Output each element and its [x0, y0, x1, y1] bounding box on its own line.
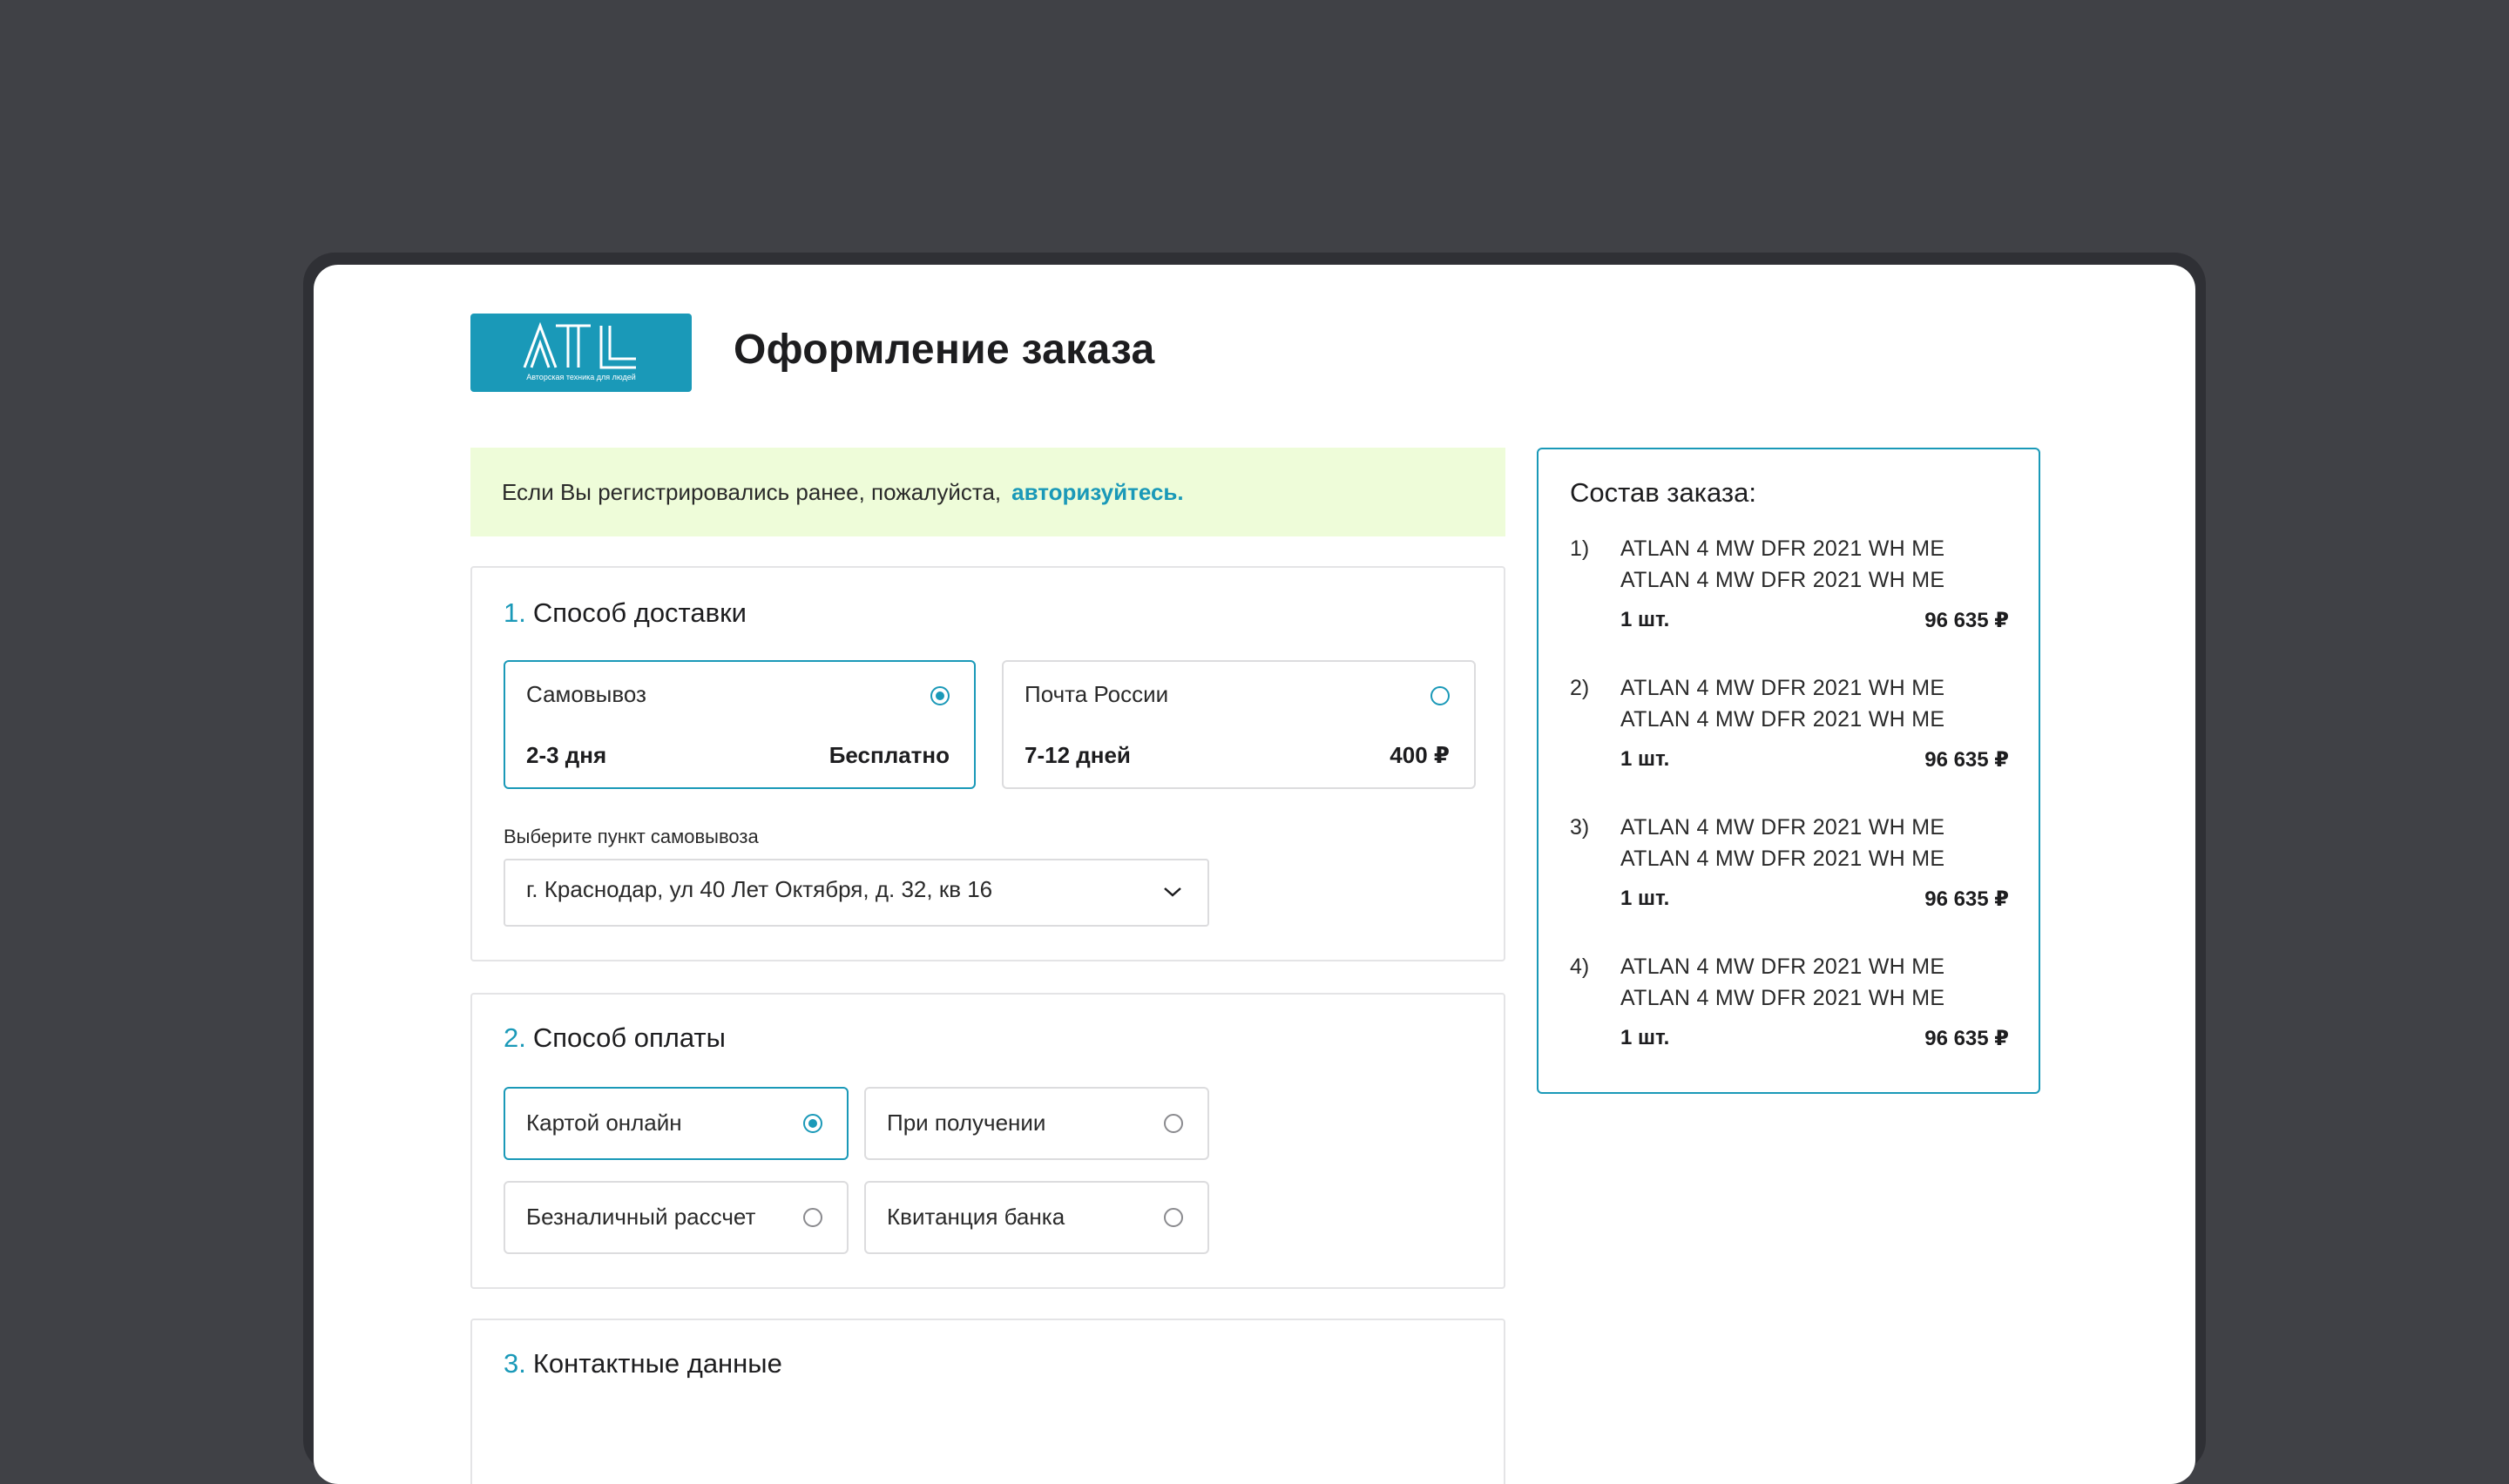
payment-option-label: Безналичный рассчет — [526, 1204, 756, 1230]
checkout-page: Авторская техника для людей Оформление з… — [314, 265, 2195, 1484]
item-index: 4) — [1570, 954, 1590, 979]
page-title: Оформление заказа — [734, 327, 1155, 373]
radio-empty-icon[interactable] — [1164, 1114, 1183, 1133]
item-price: 96 635 ₽ — [1924, 1027, 2009, 1050]
delivery-title: 1. Способ доставки — [504, 597, 747, 629]
radio-selected-icon[interactable] — [803, 1114, 822, 1133]
order-summary: Состав заказа: 1) ATLAN 4 MW DFR 2021 WH… — [1537, 448, 2040, 1094]
item-name: ATLAN 4 MW DFR 2021 WH ME — [1620, 676, 1945, 700]
payment-option-label: При получении — [887, 1110, 1046, 1136]
item-price: 96 635 ₽ — [1924, 748, 2009, 772]
payment-title-text: Способ оплаты — [532, 1022, 726, 1053]
payment-section: 2. Способ оплаты Картой онлайн При получе… — [470, 993, 1505, 1289]
list-item: 2) ATLAN 4 MW DFR 2021 WH ME ATLAN 4 MW … — [1570, 676, 2009, 780]
item-quantity: 1 шт. — [1620, 747, 1670, 771]
notice-text: Если Вы регистрировались ранее, пожалуйс… — [502, 478, 1002, 505]
item-quantity: 1 шт. — [1620, 1026, 1670, 1049]
item-name-secondary: ATLAN 4 MW DFR 2021 WH ME — [1620, 707, 1945, 732]
login-notice: Если Вы регистрировались ранее, пожалуйс… — [470, 448, 1505, 536]
delivery-option-price: Бесплатно — [828, 742, 950, 768]
item-quantity: 1 шт. — [1620, 887, 1670, 910]
contacts-number: 3. — [504, 1348, 526, 1379]
chevron-down-icon — [1164, 887, 1181, 897]
pickup-point-select[interactable]: г. Краснодар, ул 40 Лет Октября, д. 32, … — [504, 859, 1209, 927]
payment-option-label: Квитанция банка — [887, 1204, 1065, 1230]
item-name: ATLAN 4 MW DFR 2021 WH ME — [1620, 954, 1945, 979]
contacts-title: 3. Контактные данные — [504, 1348, 782, 1379]
item-name-secondary: ATLAN 4 MW DFR 2021 WH ME — [1620, 568, 1945, 592]
delivery-option-name: Самовывоз — [526, 681, 646, 707]
radio-empty-icon[interactable] — [1164, 1208, 1183, 1227]
logo-mark-icon: Авторская техника для людей — [523, 321, 636, 381]
item-name-secondary: ATLAN 4 MW DFR 2021 WH ME — [1620, 986, 1945, 1010]
payment-option-card[interactable]: Картой онлайн — [504, 1087, 849, 1160]
logo-tagline: Авторская техника для людей — [526, 373, 636, 381]
delivery-title-text: Способ доставки — [532, 597, 747, 628]
radio-selected-icon[interactable] — [930, 686, 950, 705]
payment-number: 2. — [504, 1022, 526, 1053]
payment-option-label: Картой онлайн — [526, 1110, 682, 1136]
delivery-option-post[interactable]: Почта России 7-12 дней 400 ₽ — [1002, 660, 1476, 789]
brand-logo[interactable]: Авторская техника для людей — [470, 314, 692, 392]
radio-empty-icon[interactable] — [1430, 686, 1450, 705]
payment-option-cashless[interactable]: Безналичный рассчет — [504, 1181, 849, 1254]
item-index: 1) — [1570, 536, 1590, 561]
delivery-option-time: 2-3 дня — [526, 742, 607, 768]
pickup-point-value: г. Краснодар, ул 40 Лет Октября, д. 32, … — [526, 876, 993, 902]
login-link[interactable]: авторизуйтесь. — [1011, 479, 1183, 506]
item-quantity: 1 шт. — [1620, 608, 1670, 631]
summary-title: Состав заказа: — [1570, 477, 1756, 508]
pickup-point-label: Выберите пункт самовывоза — [504, 826, 759, 847]
item-name-secondary: ATLAN 4 MW DFR 2021 WH ME — [1620, 847, 1945, 871]
delivery-option-name: Почта России — [1025, 681, 1169, 707]
item-name: ATLAN 4 MW DFR 2021 WH ME — [1620, 536, 1945, 561]
delivery-option-pickup[interactable]: Самовывоз 2-3 дня Бесплатно — [504, 660, 976, 789]
payment-title: 2. Способ оплаты — [504, 1022, 726, 1054]
delivery-option-time: 7-12 дней — [1025, 742, 1131, 768]
payment-option-on-delivery[interactable]: При получении — [864, 1087, 1209, 1160]
delivery-section: 1. Способ доставки Самовывоз 2-3 дня Бесп… — [470, 566, 1505, 961]
radio-empty-icon[interactable] — [803, 1208, 822, 1227]
contacts-title-text: Контактные данные — [532, 1348, 782, 1379]
list-item: 1) ATLAN 4 MW DFR 2021 WH ME ATLAN 4 MW … — [1570, 536, 2009, 641]
item-price: 96 635 ₽ — [1924, 609, 2009, 632]
item-name: ATLAN 4 MW DFR 2021 WH ME — [1620, 815, 1945, 840]
list-item: 3) ATLAN 4 MW DFR 2021 WH ME ATLAN 4 MW … — [1570, 815, 2009, 920]
item-price: 96 635 ₽ — [1924, 887, 2009, 911]
delivery-number: 1. — [504, 597, 526, 628]
list-item: 4) ATLAN 4 MW DFR 2021 WH ME ATLAN 4 MW … — [1570, 954, 2009, 1059]
delivery-option-price: 400 ₽ — [1390, 742, 1450, 768]
contacts-section: 3. Контактные данные — [470, 1319, 1505, 1484]
item-index: 2) — [1570, 676, 1590, 700]
payment-option-bank-receipt[interactable]: Квитанция банка — [864, 1181, 1209, 1254]
item-index: 3) — [1570, 815, 1590, 840]
